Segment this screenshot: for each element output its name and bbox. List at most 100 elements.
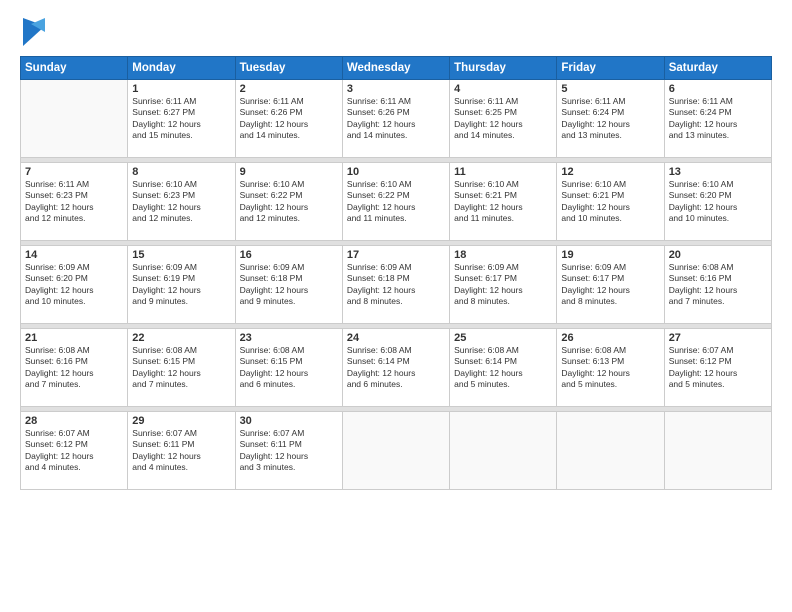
- calendar-cell: [342, 412, 449, 490]
- day-info: Sunrise: 6:10 AM Sunset: 6:22 PM Dayligh…: [347, 179, 445, 225]
- day-number: 16: [240, 249, 338, 261]
- day-number: 27: [669, 332, 767, 344]
- calendar-cell: 22Sunrise: 6:08 AM Sunset: 6:15 PM Dayli…: [128, 329, 235, 407]
- day-info: Sunrise: 6:09 AM Sunset: 6:19 PM Dayligh…: [132, 262, 230, 308]
- weekday-header: Sunday: [21, 57, 128, 80]
- calendar-cell: 18Sunrise: 6:09 AM Sunset: 6:17 PM Dayli…: [450, 246, 557, 324]
- day-number: 4: [454, 83, 552, 95]
- day-number: 14: [25, 249, 123, 261]
- day-info: Sunrise: 6:08 AM Sunset: 6:15 PM Dayligh…: [240, 345, 338, 391]
- day-info: Sunrise: 6:10 AM Sunset: 6:21 PM Dayligh…: [561, 179, 659, 225]
- day-info: Sunrise: 6:11 AM Sunset: 6:26 PM Dayligh…: [240, 96, 338, 142]
- day-info: Sunrise: 6:09 AM Sunset: 6:18 PM Dayligh…: [347, 262, 445, 308]
- day-info: Sunrise: 6:08 AM Sunset: 6:15 PM Dayligh…: [132, 345, 230, 391]
- calendar-week-row: 7Sunrise: 6:11 AM Sunset: 6:23 PM Daylig…: [21, 163, 772, 241]
- calendar-cell: 7Sunrise: 6:11 AM Sunset: 6:23 PM Daylig…: [21, 163, 128, 241]
- day-info: Sunrise: 6:10 AM Sunset: 6:22 PM Dayligh…: [240, 179, 338, 225]
- day-info: Sunrise: 6:08 AM Sunset: 6:16 PM Dayligh…: [25, 345, 123, 391]
- day-info: Sunrise: 6:07 AM Sunset: 6:11 PM Dayligh…: [132, 428, 230, 474]
- logo-icon: [23, 18, 45, 46]
- day-number: 6: [669, 83, 767, 95]
- day-info: Sunrise: 6:09 AM Sunset: 6:17 PM Dayligh…: [454, 262, 552, 308]
- day-number: 20: [669, 249, 767, 261]
- day-number: 17: [347, 249, 445, 261]
- day-info: Sunrise: 6:11 AM Sunset: 6:23 PM Dayligh…: [25, 179, 123, 225]
- day-number: 2: [240, 83, 338, 95]
- day-number: 26: [561, 332, 659, 344]
- calendar-cell: 14Sunrise: 6:09 AM Sunset: 6:20 PM Dayli…: [21, 246, 128, 324]
- day-info: Sunrise: 6:10 AM Sunset: 6:20 PM Dayligh…: [669, 179, 767, 225]
- calendar-cell: 21Sunrise: 6:08 AM Sunset: 6:16 PM Dayli…: [21, 329, 128, 407]
- day-info: Sunrise: 6:11 AM Sunset: 6:24 PM Dayligh…: [669, 96, 767, 142]
- day-info: Sunrise: 6:08 AM Sunset: 6:14 PM Dayligh…: [347, 345, 445, 391]
- weekday-header: Saturday: [664, 57, 771, 80]
- day-number: 12: [561, 166, 659, 178]
- page: SundayMondayTuesdayWednesdayThursdayFrid…: [0, 0, 792, 612]
- day-info: Sunrise: 6:08 AM Sunset: 6:16 PM Dayligh…: [669, 262, 767, 308]
- day-info: Sunrise: 6:08 AM Sunset: 6:14 PM Dayligh…: [454, 345, 552, 391]
- day-info: Sunrise: 6:08 AM Sunset: 6:13 PM Dayligh…: [561, 345, 659, 391]
- calendar-cell: 20Sunrise: 6:08 AM Sunset: 6:16 PM Dayli…: [664, 246, 771, 324]
- day-info: Sunrise: 6:11 AM Sunset: 6:25 PM Dayligh…: [454, 96, 552, 142]
- day-number: 30: [240, 415, 338, 427]
- calendar-cell: 12Sunrise: 6:10 AM Sunset: 6:21 PM Dayli…: [557, 163, 664, 241]
- calendar-cell: [450, 412, 557, 490]
- calendar-cell: 28Sunrise: 6:07 AM Sunset: 6:12 PM Dayli…: [21, 412, 128, 490]
- calendar-cell: 15Sunrise: 6:09 AM Sunset: 6:19 PM Dayli…: [128, 246, 235, 324]
- day-info: Sunrise: 6:07 AM Sunset: 6:12 PM Dayligh…: [669, 345, 767, 391]
- calendar-cell: 4Sunrise: 6:11 AM Sunset: 6:25 PM Daylig…: [450, 80, 557, 158]
- day-number: 10: [347, 166, 445, 178]
- weekday-header: Tuesday: [235, 57, 342, 80]
- day-info: Sunrise: 6:10 AM Sunset: 6:23 PM Dayligh…: [132, 179, 230, 225]
- day-number: 24: [347, 332, 445, 344]
- day-number: 7: [25, 166, 123, 178]
- day-number: 22: [132, 332, 230, 344]
- day-number: 18: [454, 249, 552, 261]
- weekday-header: Friday: [557, 57, 664, 80]
- calendar-cell: 30Sunrise: 6:07 AM Sunset: 6:11 PM Dayli…: [235, 412, 342, 490]
- calendar-cell: 3Sunrise: 6:11 AM Sunset: 6:26 PM Daylig…: [342, 80, 449, 158]
- calendar-cell: 24Sunrise: 6:08 AM Sunset: 6:14 PM Dayli…: [342, 329, 449, 407]
- day-info: Sunrise: 6:11 AM Sunset: 6:27 PM Dayligh…: [132, 96, 230, 142]
- calendar-cell: 11Sunrise: 6:10 AM Sunset: 6:21 PM Dayli…: [450, 163, 557, 241]
- calendar-cell: 26Sunrise: 6:08 AM Sunset: 6:13 PM Dayli…: [557, 329, 664, 407]
- day-number: 28: [25, 415, 123, 427]
- calendar-cell: 9Sunrise: 6:10 AM Sunset: 6:22 PM Daylig…: [235, 163, 342, 241]
- calendar-week-row: 1Sunrise: 6:11 AM Sunset: 6:27 PM Daylig…: [21, 80, 772, 158]
- calendar-cell: 17Sunrise: 6:09 AM Sunset: 6:18 PM Dayli…: [342, 246, 449, 324]
- calendar-cell: 29Sunrise: 6:07 AM Sunset: 6:11 PM Dayli…: [128, 412, 235, 490]
- day-info: Sunrise: 6:11 AM Sunset: 6:24 PM Dayligh…: [561, 96, 659, 142]
- day-number: 25: [454, 332, 552, 344]
- day-number: 1: [132, 83, 230, 95]
- logo: [20, 18, 45, 46]
- calendar-cell: 10Sunrise: 6:10 AM Sunset: 6:22 PM Dayli…: [342, 163, 449, 241]
- calendar-cell: 8Sunrise: 6:10 AM Sunset: 6:23 PM Daylig…: [128, 163, 235, 241]
- day-info: Sunrise: 6:09 AM Sunset: 6:18 PM Dayligh…: [240, 262, 338, 308]
- calendar-week-row: 28Sunrise: 6:07 AM Sunset: 6:12 PM Dayli…: [21, 412, 772, 490]
- calendar-cell: 1Sunrise: 6:11 AM Sunset: 6:27 PM Daylig…: [128, 80, 235, 158]
- calendar-cell: 25Sunrise: 6:08 AM Sunset: 6:14 PM Dayli…: [450, 329, 557, 407]
- calendar-cell: 2Sunrise: 6:11 AM Sunset: 6:26 PM Daylig…: [235, 80, 342, 158]
- day-number: 13: [669, 166, 767, 178]
- day-info: Sunrise: 6:11 AM Sunset: 6:26 PM Dayligh…: [347, 96, 445, 142]
- day-number: 29: [132, 415, 230, 427]
- day-info: Sunrise: 6:09 AM Sunset: 6:17 PM Dayligh…: [561, 262, 659, 308]
- calendar-cell: 19Sunrise: 6:09 AM Sunset: 6:17 PM Dayli…: [557, 246, 664, 324]
- calendar-cell: 5Sunrise: 6:11 AM Sunset: 6:24 PM Daylig…: [557, 80, 664, 158]
- day-info: Sunrise: 6:07 AM Sunset: 6:11 PM Dayligh…: [240, 428, 338, 474]
- calendar-cell: [664, 412, 771, 490]
- day-number: 19: [561, 249, 659, 261]
- calendar-cell: 13Sunrise: 6:10 AM Sunset: 6:20 PM Dayli…: [664, 163, 771, 241]
- calendar-cell: 6Sunrise: 6:11 AM Sunset: 6:24 PM Daylig…: [664, 80, 771, 158]
- calendar-cell: 16Sunrise: 6:09 AM Sunset: 6:18 PM Dayli…: [235, 246, 342, 324]
- calendar-cell: [557, 412, 664, 490]
- calendar-week-row: 21Sunrise: 6:08 AM Sunset: 6:16 PM Dayli…: [21, 329, 772, 407]
- day-number: 9: [240, 166, 338, 178]
- calendar-week-row: 14Sunrise: 6:09 AM Sunset: 6:20 PM Dayli…: [21, 246, 772, 324]
- day-number: 11: [454, 166, 552, 178]
- calendar-cell: 23Sunrise: 6:08 AM Sunset: 6:15 PM Dayli…: [235, 329, 342, 407]
- calendar-header-row: SundayMondayTuesdayWednesdayThursdayFrid…: [21, 57, 772, 80]
- weekday-header: Wednesday: [342, 57, 449, 80]
- day-info: Sunrise: 6:09 AM Sunset: 6:20 PM Dayligh…: [25, 262, 123, 308]
- day-number: 8: [132, 166, 230, 178]
